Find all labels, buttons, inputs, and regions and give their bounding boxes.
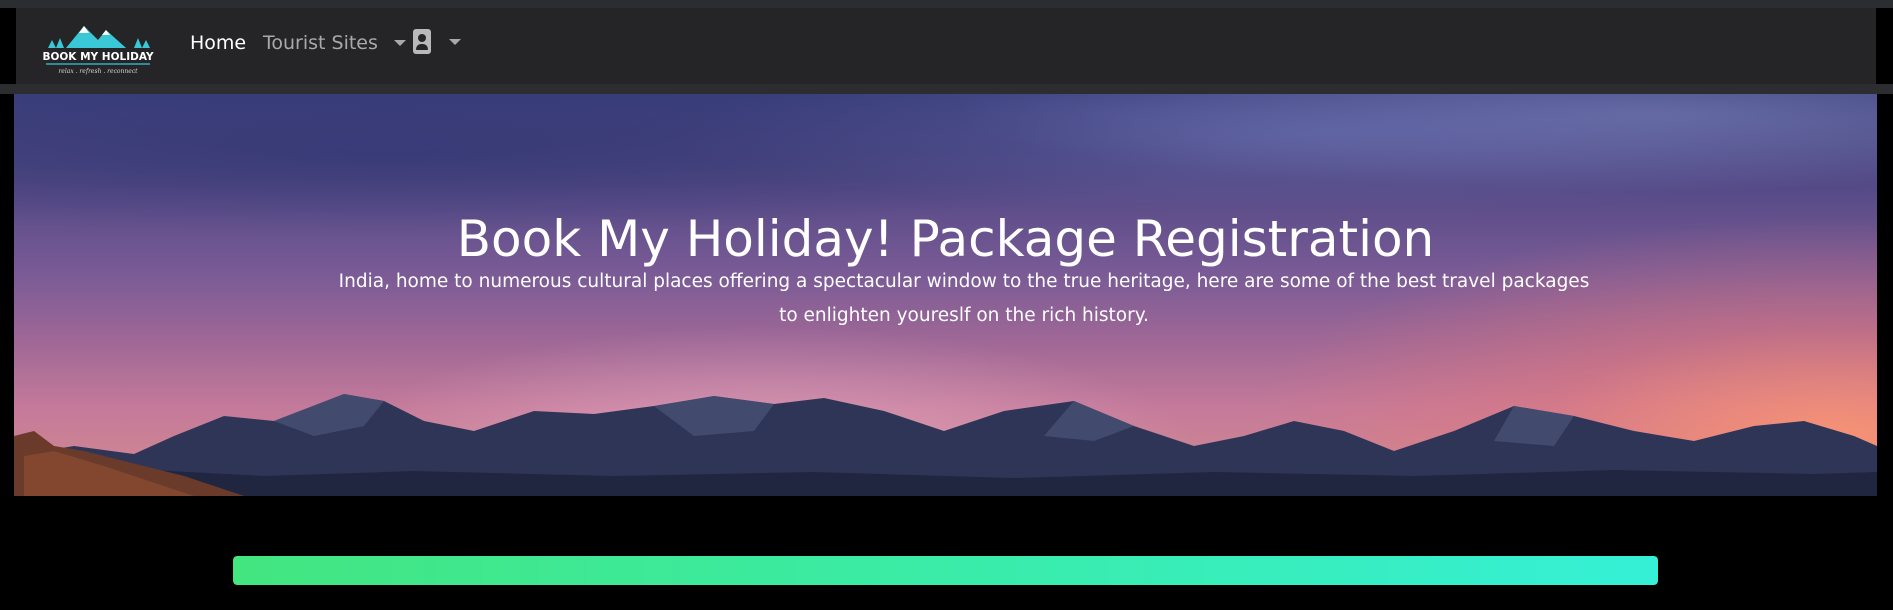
brand-logo[interactable]: BOOK MY HOLIDAY relax . refresh . reconn… xyxy=(38,10,158,80)
navbar-shadow xyxy=(0,84,1893,94)
logo-tagline: relax . refresh . reconnect xyxy=(58,68,138,75)
user-icon xyxy=(413,29,431,54)
chevron-down-icon xyxy=(449,38,461,45)
registration-progress-bar xyxy=(233,556,1658,585)
window-top-strip xyxy=(0,0,1893,8)
mountain-logo-icon: BOOK MY HOLIDAY relax . refresh . reconn… xyxy=(42,26,154,75)
progress-bar-fill xyxy=(233,556,1658,585)
chevron-down-icon xyxy=(393,40,406,46)
hero-subtitle: India, home to numerous cultural places … xyxy=(338,270,1590,326)
logo-text: BOOK MY HOLIDAY xyxy=(42,51,154,63)
page-title: Book My Holiday! Package Registration xyxy=(456,209,1435,268)
hero-banner: Book My Holiday! Package Registration In… xyxy=(14,94,1877,496)
nav-home-link[interactable]: Home xyxy=(190,32,246,54)
nav-tourist-sites-label: Tourist Sites xyxy=(263,32,378,54)
hero-mountains-image xyxy=(14,376,1877,496)
nav-user-dropdown[interactable] xyxy=(413,29,461,54)
navbar: BOOK MY HOLIDAY relax . refresh . reconn… xyxy=(16,8,1876,84)
nav-tourist-sites-dropdown[interactable]: Tourist Sites xyxy=(263,32,406,54)
